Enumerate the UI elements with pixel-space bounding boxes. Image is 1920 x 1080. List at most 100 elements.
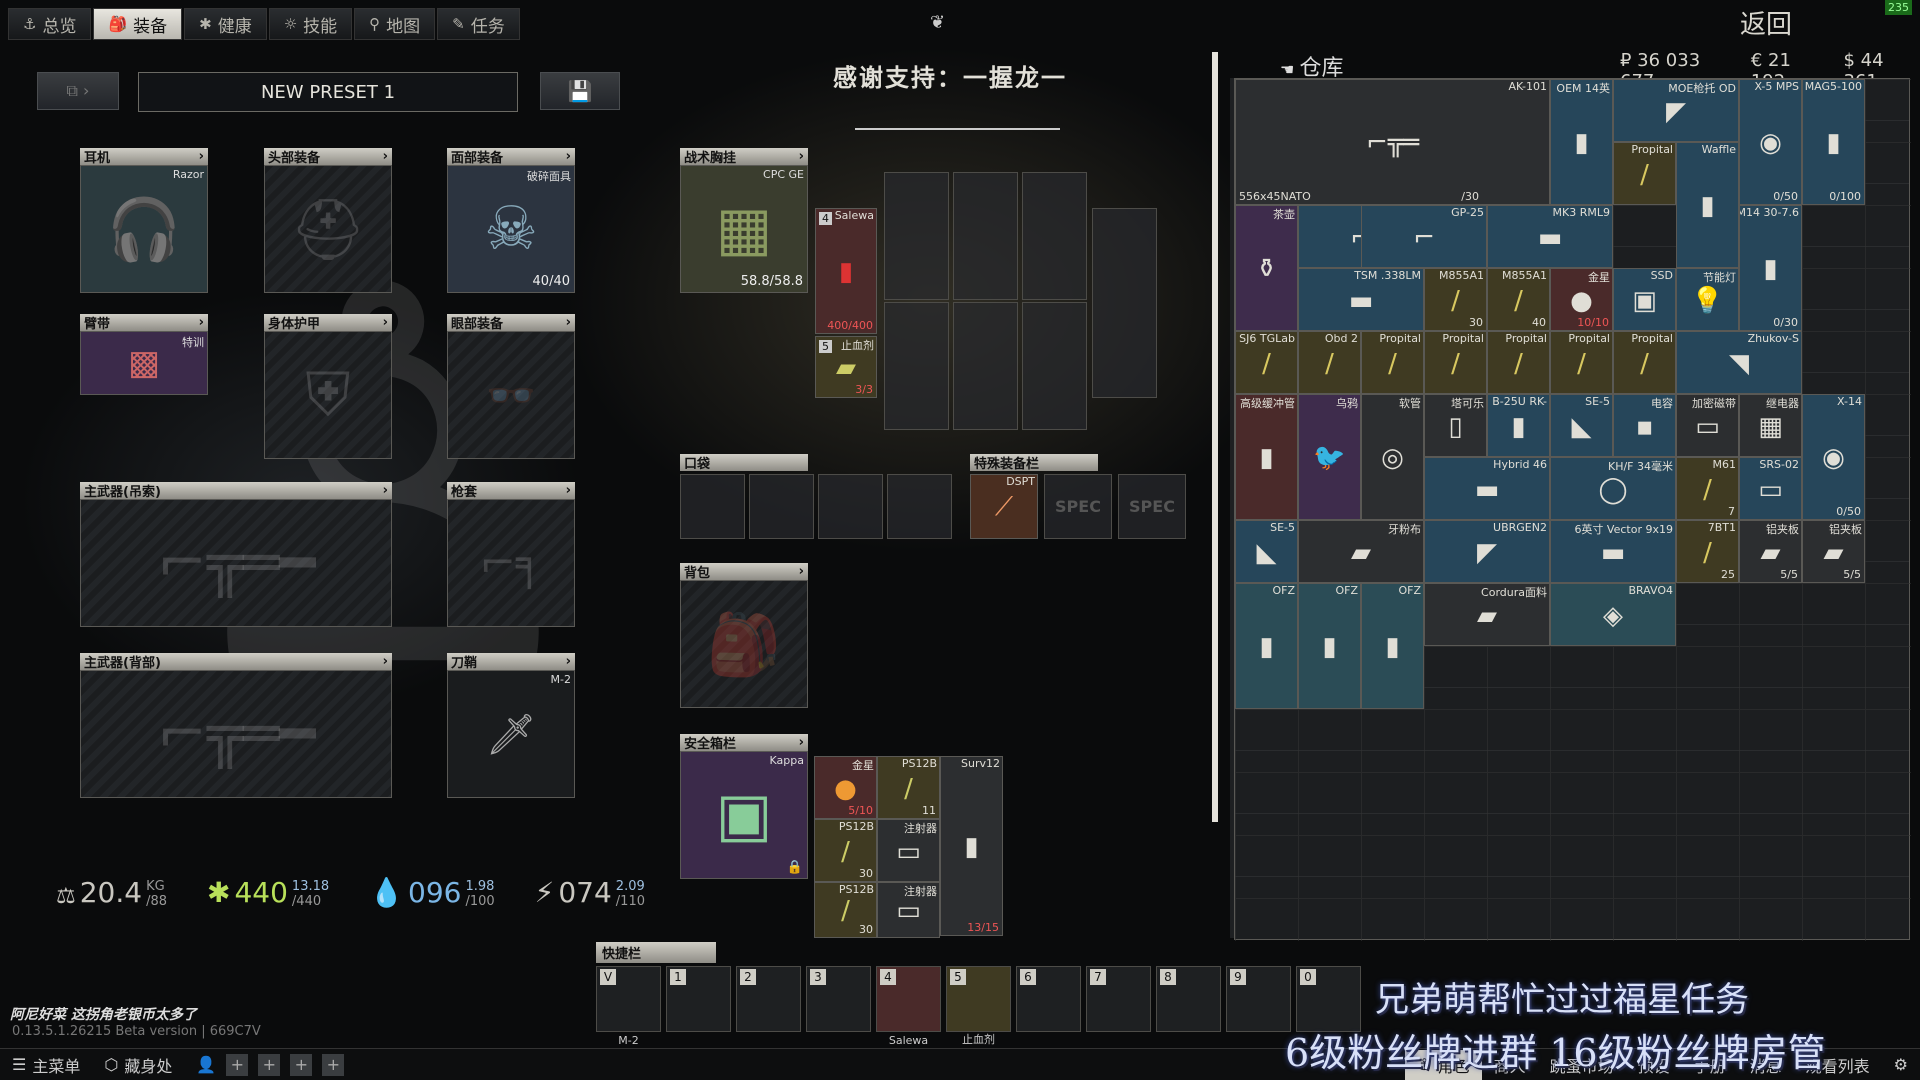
stash-item[interactable]: Propital / [1550,331,1613,394]
secure-item[interactable]: 金星 ● 5/10 [814,756,877,819]
tab-map[interactable]: ⚲ 地图 [354,8,436,40]
stash-item[interactable]: 加密磁带 ▭ [1676,394,1739,457]
stash-item[interactable]: M855A1/40 [1487,268,1550,331]
pocket-cell[interactable] [749,474,814,539]
stash-item[interactable]: SE-5 ◣ [1235,520,1298,583]
slot-earpiece[interactable]: 耳机 › Razor 🎧 [80,148,208,293]
pocket-cell[interactable] [818,474,883,539]
back-button[interactable]: 返回 [1740,4,1792,41]
stash-item[interactable]: UBRGEN2 ◤ [1424,520,1550,583]
stash-item[interactable]: X-5 MPS ◉ 0/50 [1739,79,1802,205]
plus-icon[interactable]: + [322,1053,345,1076]
stash-item[interactable]: SRS-02 ▭ [1739,457,1802,520]
slot-sheath[interactable]: 刀鞘 › M-2 🗡 [447,653,575,798]
tab-tasks[interactable]: ✎ 任务 [437,8,520,40]
hotbar-slot[interactable]: 1 [666,966,731,1032]
stash-item[interactable]: 电容 ▪ [1613,394,1676,457]
tab-gear[interactable]: 🎒 装备 [93,8,183,40]
slot-body-armor[interactable]: 身体护甲 › ⛨ [264,314,392,459]
stash-item[interactable]: SJ6 TGLab / [1235,331,1298,394]
secure-item[interactable]: 注射器 ▭ [877,882,940,938]
slot-secure-container[interactable]: 安全箱栏 › Kappa ▣ 🔒 [680,734,808,879]
slot-armband[interactable]: 臂带 › 特训 ▩ [80,314,208,395]
stash-item[interactable]: Propital / [1487,331,1550,394]
preset-save-button[interactable]: 💾 [540,72,620,110]
stash-item[interactable]: M14 30-7.6 ▮ 0/30 [1739,205,1802,331]
preset-list-button[interactable]: ⧉ › [37,72,119,110]
stash-item[interactable]: Propital / [1361,331,1424,394]
stash-item[interactable]: GP-25⌐ [1361,205,1487,268]
stash-item[interactable]: 乌鸦 🐦 [1298,394,1361,520]
stash-item[interactable]: AK-101 ⌐╦═ 556x45NATO/30 [1235,79,1550,205]
hotbar-slot[interactable]: 7 [1086,966,1151,1032]
special-cell[interactable]: SPEC [1044,474,1112,539]
rig-cell[interactable] [953,172,1018,300]
main-menu-button[interactable]: ☰ 主菜单 [0,1053,92,1077]
stash-item[interactable]: 软管 ◎ [1361,394,1424,520]
special-cell[interactable]: SPEC [1118,474,1186,539]
hotbar-slot[interactable]: 6 [1016,966,1081,1032]
stash-item[interactable]: SSD ▣ [1613,268,1676,331]
stash-item[interactable]: 茶壶 ⚱ [1235,205,1298,331]
slot-primary-back[interactable]: 主武器(背部) › ⌐╦═━ [80,653,392,798]
stash-item[interactable]: Propital / [1424,331,1487,394]
stash-item[interactable]: Waffle ▮ [1676,142,1739,268]
hotbar-slot[interactable]: 5 止血剂 [946,966,1011,1046]
plus-icon[interactable]: + [226,1053,249,1076]
profile-button[interactable]: 👤 + + + + [184,1053,356,1076]
stash-item[interactable]: Cordura面料 ▰ [1424,583,1550,646]
stash-item[interactable]: Zhukov-S ◥ [1676,331,1802,394]
stash-item[interactable]: Propital / [1613,142,1676,205]
pocket-cell[interactable] [887,474,952,539]
stash-item[interactable]: 塔可乐 ▯ [1424,394,1487,457]
stash-item[interactable]: MK3 RML9 ▬ [1487,205,1613,268]
stash-item[interactable]: SE-5 ◣ [1550,394,1613,457]
stash-item[interactable]: M855A1/30 [1424,268,1487,331]
stash-item[interactable]: OFZ ▮ [1298,583,1361,709]
rig-cell[interactable] [884,302,949,430]
tab-overview[interactable]: ⚓ 总览 [8,8,92,40]
secure-item[interactable]: PS12B/11 [877,756,940,819]
stash-item[interactable]: Obd 2/ [1298,331,1361,394]
stash-item[interactable]: BRAVO4 ◈ [1550,583,1676,646]
secure-item[interactable]: 注射器 ▭ [877,819,940,882]
special-item-dspt[interactable]: DSPT ⟋ [970,474,1038,539]
slot-tactical-rig[interactable]: 战术胸挂 › CPC GE ▦ 58.8/58.8 [680,148,808,293]
hotbar-slot[interactable]: 3 [806,966,871,1032]
hotbar-slot[interactable]: 8 [1156,966,1221,1032]
stash-item[interactable]: KH/F 34毫米 ◯ [1550,457,1676,520]
stash-item[interactable]: Hybrid 46 ▬ [1424,457,1550,520]
slot-facecover[interactable]: 面部装备 › 破碎面具 ☠ 40/40 [447,148,575,293]
stash-item[interactable]: 铝夹板 ▰ 5/5 [1739,520,1802,583]
stash-item[interactable]: OEM 14英 ▮ [1550,79,1613,205]
rig-cell[interactable] [953,302,1018,430]
stash-item[interactable]: B-25U RK- ▮ [1487,394,1550,457]
rig-cell[interactable] [884,172,949,300]
hideout-button[interactable]: ⬡ 藏身处 [92,1053,184,1077]
slot-primary-sling[interactable]: 主武器(吊索) › ⌐╦═━ [80,482,392,627]
rig-cell[interactable] [1092,208,1157,398]
secure-item[interactable]: Surv12 ▮ 13/15 [940,756,1003,936]
secure-item[interactable]: PS12B/30 [814,882,877,938]
rig-item-salewa[interactable]: 4 Salewa ▮ 400/400 [815,208,877,334]
preset-name-field[interactable]: NEW PRESET 1 [138,72,518,112]
secure-item[interactable]: PS12B/30 [814,819,877,882]
stash-item[interactable]: OFZ ▮ [1361,583,1424,709]
stash-item[interactable]: MAG5-100 ▮ 0/100 [1802,79,1865,205]
hotbar-slot[interactable]: 4 Salewa [876,966,941,1047]
stash-item[interactable]: MOE枪托 OD ◤ [1613,79,1739,142]
stash-item[interactable]: M61/7 [1676,457,1739,520]
slot-holster[interactable]: 枪套 › ⌐╕ [447,482,575,627]
stash-item[interactable]: 高级缓冲管 ▮ [1235,394,1298,520]
stash-item[interactable]: OFZ ▮ [1235,583,1298,709]
hotbar-slot[interactable]: V M-2 [596,966,661,1047]
plus-icon[interactable]: + [258,1053,281,1076]
rig-item-hemostatic[interactable]: 5 止血剂 ▰ 3/3 [815,336,877,398]
slot-backpack[interactable]: 背包 › 🎒 [680,563,808,708]
stash-grid[interactable]: AK-101 ⌐╦═ 556x45NATO/30 OEM 14英 ▮ MOE枪托 OD ◤ X… [1234,78,1911,941]
pocket-cell[interactable] [680,474,745,539]
stash-item[interactable]: 继电器 ▦ [1739,394,1802,457]
hotbar-slot[interactable]: 2 [736,966,801,1032]
tab-skills[interactable]: ☼ 技能 [268,8,353,40]
settings-button[interactable]: ⚙ [1882,1055,1920,1074]
